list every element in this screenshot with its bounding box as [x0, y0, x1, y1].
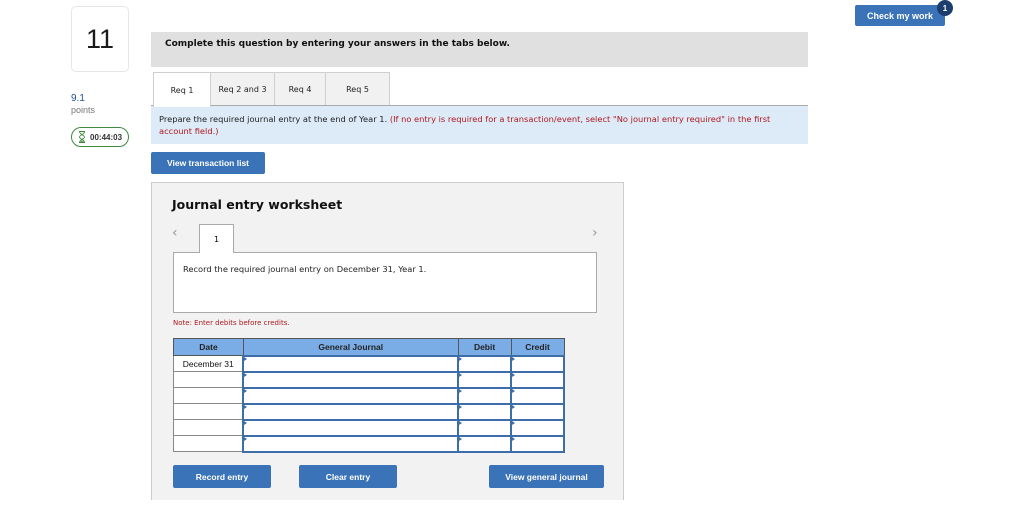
date-cell [173, 435, 244, 452]
prompt-text: Prepare the required journal entry at th… [159, 114, 388, 124]
header-debit: Debit [457, 338, 512, 356]
debit-input[interactable] [457, 402, 513, 421]
account-input[interactable] [242, 402, 460, 421]
debit-input[interactable] [457, 354, 513, 373]
account-input[interactable] [242, 434, 460, 453]
account-input[interactable] [242, 418, 460, 437]
tab-req-2-and-3[interactable]: Req 2 and 3 [210, 72, 275, 106]
points-display: 9.1 points [71, 93, 95, 115]
table-row [173, 386, 565, 405]
debit-input[interactable] [457, 370, 513, 389]
hourglass-icon [79, 131, 85, 143]
credit-input[interactable] [510, 354, 565, 373]
instructions-bar: Complete this question by entering your … [151, 32, 808, 67]
timer-value: 00:44:03 [90, 132, 123, 142]
debit-input[interactable] [457, 386, 513, 405]
header-general-journal: General Journal [242, 338, 459, 356]
clear-entry-button[interactable]: Clear entry [299, 465, 397, 488]
chevron-left-icon[interactable]: ‹ [172, 225, 178, 241]
table-row [173, 418, 565, 437]
credit-input[interactable] [510, 402, 565, 421]
account-input[interactable] [242, 354, 460, 373]
record-entry-button[interactable]: Record entry [173, 465, 271, 488]
tab-req-4[interactable]: Req 4 [274, 72, 326, 106]
date-cell [173, 419, 244, 436]
question-number: 11 [71, 6, 129, 72]
header-credit: Credit [510, 338, 565, 356]
entry-description: Record the required journal entry on Dec… [173, 252, 597, 313]
table-row [173, 402, 565, 421]
view-general-journal-button[interactable]: View general journal [489, 465, 604, 488]
account-input[interactable] [242, 370, 460, 389]
table-row [173, 434, 565, 453]
debit-input[interactable] [457, 434, 513, 453]
header-date: Date [173, 338, 244, 356]
debits-note: Note: Enter debits before credits. [173, 319, 290, 327]
date-cell [173, 387, 244, 404]
requirement-prompt: Prepare the required journal entry at th… [151, 106, 808, 144]
credit-input[interactable] [510, 418, 565, 437]
credit-input[interactable] [510, 370, 565, 389]
requirement-tabs: Req 1 Req 2 and 3 Req 4 Req 5 [153, 72, 390, 107]
check-my-work-button[interactable]: Check my work [855, 5, 945, 26]
worksheet-title: Journal entry worksheet [172, 197, 343, 212]
table-row: December 31 [173, 354, 565, 373]
tab-req-5[interactable]: Req 5 [325, 72, 390, 106]
journal-entry-worksheet: Journal entry worksheet ‹ › 1 Record the… [151, 182, 624, 500]
entry-tab-1[interactable]: 1 [199, 224, 234, 253]
date-cell [173, 371, 244, 388]
date-cell: December 31 [173, 355, 244, 372]
chevron-right-icon[interactable]: › [592, 225, 598, 241]
journal-table: Date General Journal Debit Credit Decemb… [173, 338, 565, 453]
account-input[interactable] [242, 386, 460, 405]
points-label: points [71, 105, 96, 115]
tab-req-1[interactable]: Req 1 [153, 72, 211, 107]
table-row [173, 370, 565, 389]
credit-input[interactable] [510, 386, 565, 405]
debit-input[interactable] [457, 418, 513, 437]
check-count-badge: 1 [937, 0, 953, 16]
credit-input[interactable] [510, 434, 565, 453]
date-cell [173, 403, 244, 420]
view-transaction-list-button[interactable]: View transaction list [151, 152, 265, 174]
timer: 00:44:03 [71, 127, 129, 147]
points-value: 9.1 [71, 93, 85, 104]
